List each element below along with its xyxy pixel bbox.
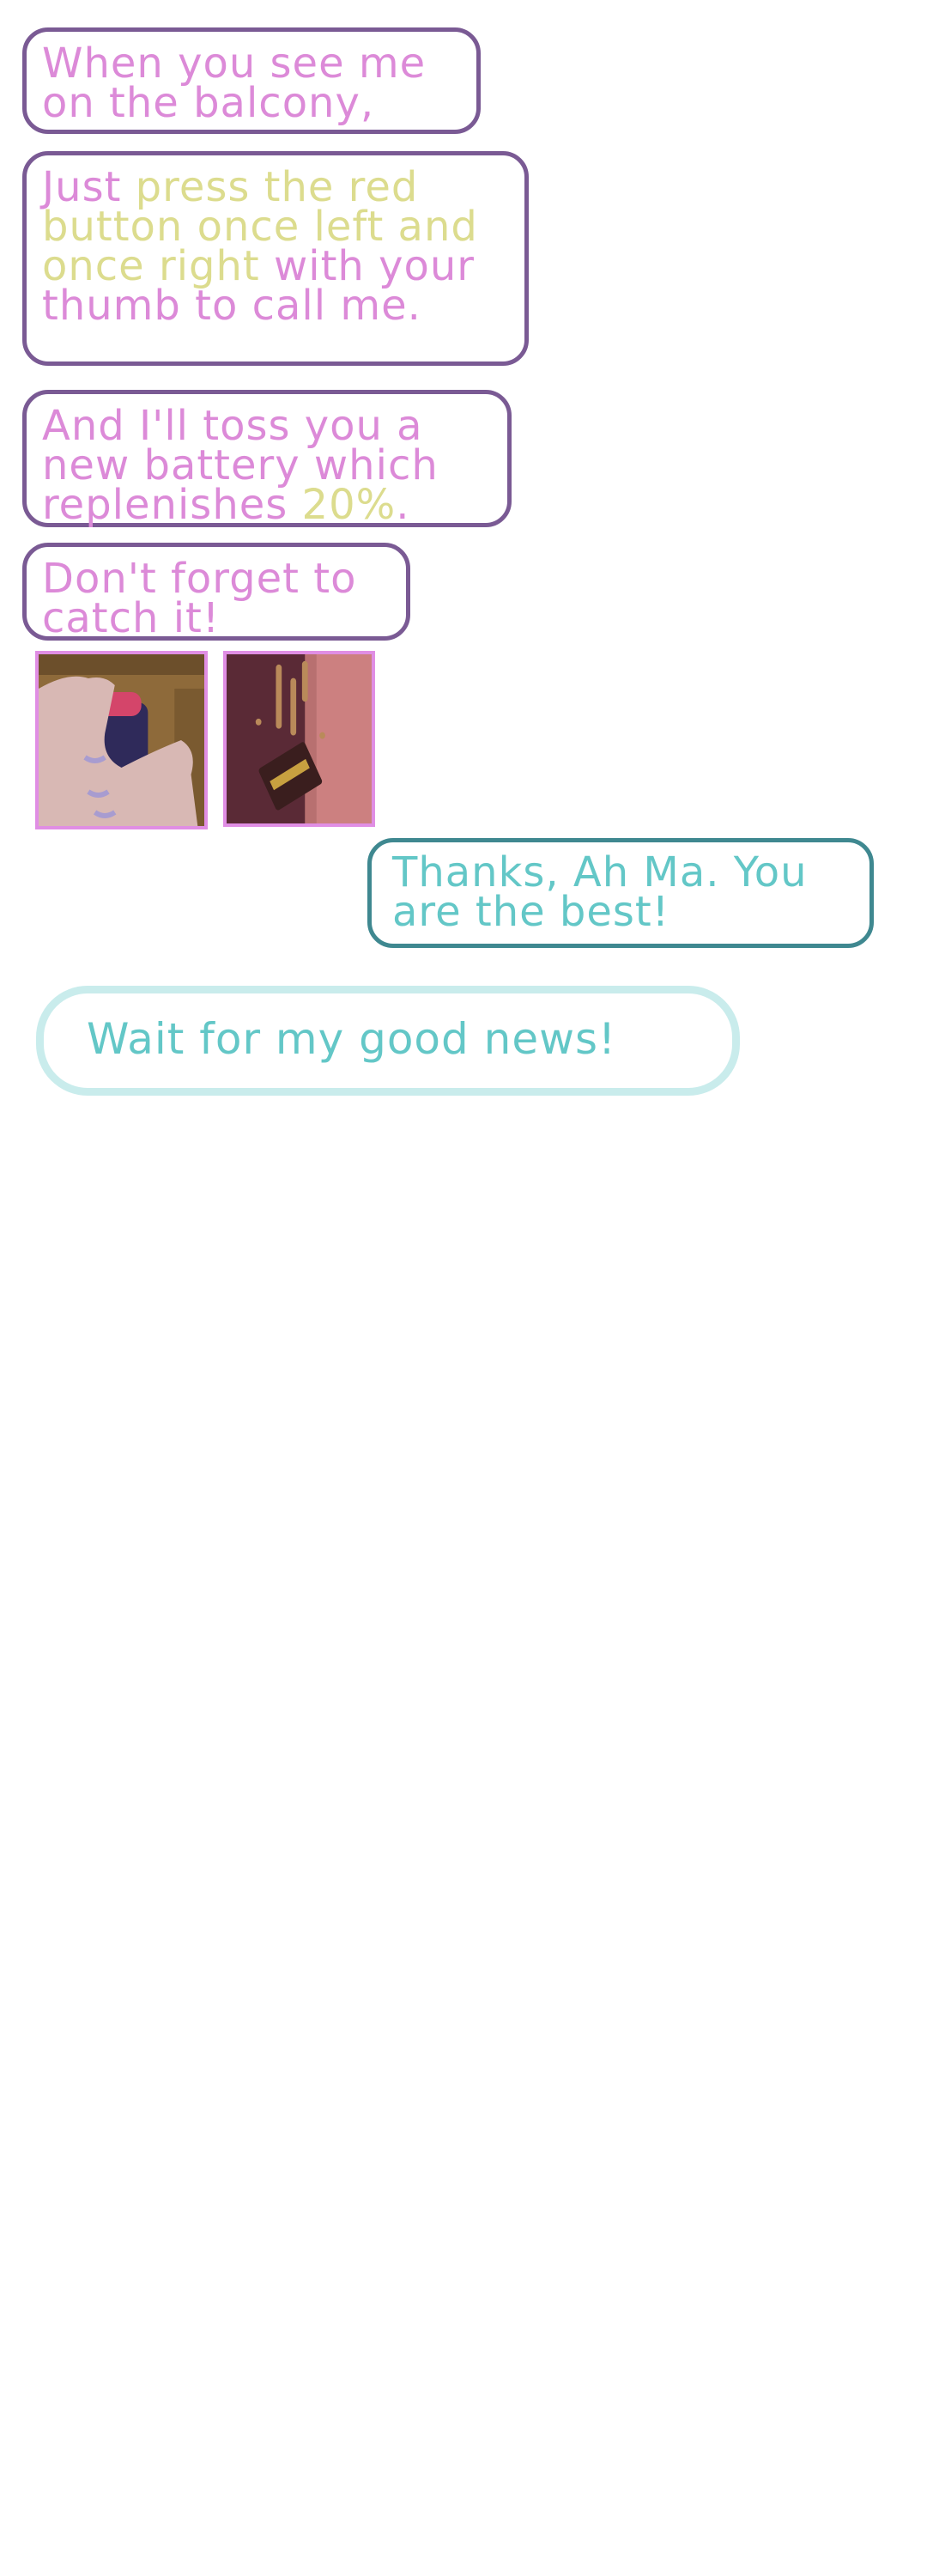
message-highlight: 20% — [301, 481, 397, 529]
message-text: . — [396, 481, 410, 529]
falling-battery-image[interactable] — [223, 651, 375, 827]
message-text: Thanks, Ah Ma. You are the best! — [392, 848, 808, 936]
message-bubble-incoming: Just press the red button once left and … — [22, 151, 529, 366]
message-text: When you see me on the balcony, — [42, 39, 427, 127]
message-bubble-incoming: Don't forget to catch it! — [22, 543, 410, 641]
message-bubble-incoming: And I'll toss you a new battery which re… — [22, 390, 512, 527]
reply-option-label: Wait for my good news! — [87, 1014, 617, 1064]
message-text: Don't forget to catch it! — [42, 555, 357, 642]
reply-option-button[interactable]: Wait for my good news! — [36, 986, 740, 1096]
thumb-pressing-button-image[interactable] — [35, 651, 208, 829]
message-bubble-outgoing: Thanks, Ah Ma. You are the best! — [367, 838, 874, 948]
message-bubble-incoming: When you see me on the balcony, — [22, 27, 481, 134]
